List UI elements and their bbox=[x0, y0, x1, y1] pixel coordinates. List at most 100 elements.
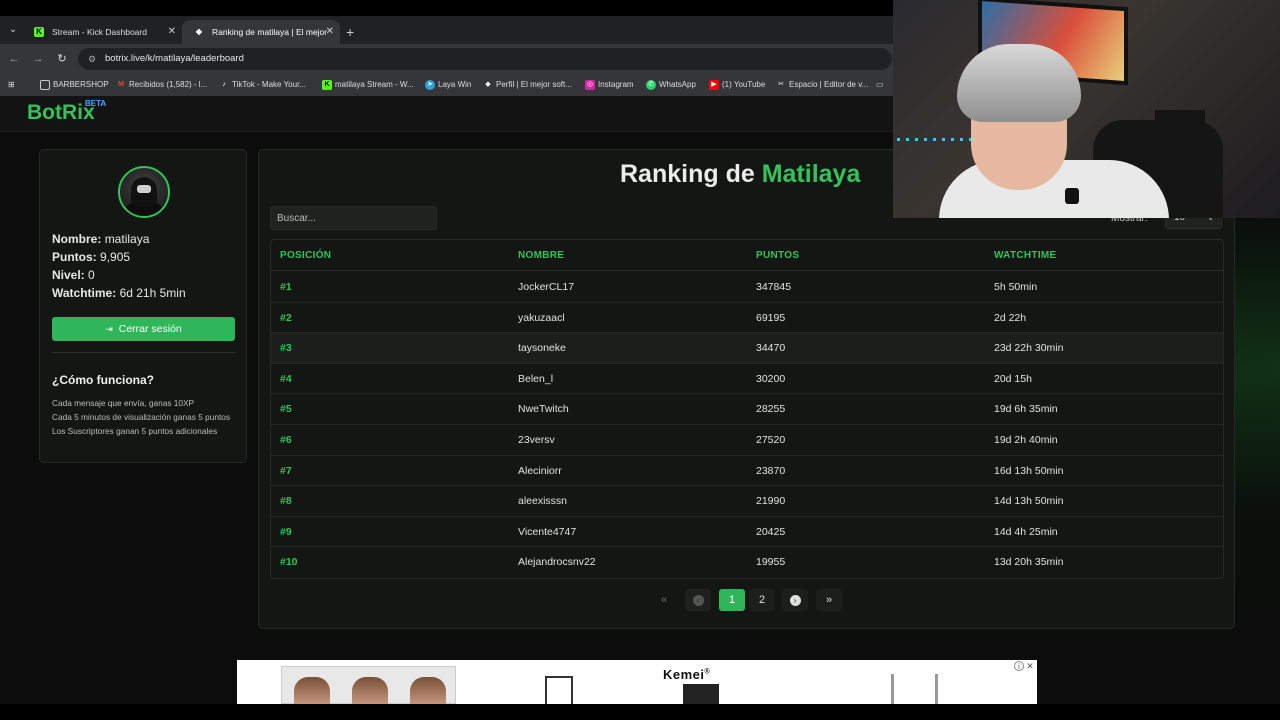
folder-icon bbox=[40, 80, 50, 90]
table-row[interactable]: #6 23versv 27520 19d 2h 40min bbox=[271, 425, 1223, 456]
site-info-icon[interactable]: ⚙ bbox=[86, 53, 98, 65]
points-value: 9,905 bbox=[100, 250, 131, 264]
page-1-button[interactable]: 1 bbox=[719, 589, 745, 611]
row-position: #10 bbox=[280, 556, 298, 569]
bookmark-espacio[interactable]: ✂ Espacio | Editor de v... bbox=[776, 74, 868, 96]
table-row[interactable]: #1 JockerCL17 347845 5h 50min bbox=[271, 272, 1223, 303]
bookmark-perfil[interactable]: ◆ Perfil | El mejor soft... bbox=[483, 74, 572, 96]
ad-product-image bbox=[683, 684, 719, 704]
row-name: Alejandrocsnv22 bbox=[518, 556, 596, 569]
bookmark-barbershop[interactable]: BARBERSHOP bbox=[40, 74, 109, 96]
row-watchtime: 19d 6h 35min bbox=[994, 403, 1058, 416]
row-position: #7 bbox=[280, 464, 292, 477]
reload-icon[interactable]: ↻ bbox=[54, 51, 70, 67]
ad-close-icon[interactable]: ✕ bbox=[1025, 661, 1035, 671]
first-page-button[interactable]: « bbox=[651, 589, 677, 611]
row-watchtime: 19d 2h 40min bbox=[994, 434, 1058, 446]
table-row[interactable]: #4 Belen_l 30200 20d 15h bbox=[271, 364, 1223, 395]
bookmark-youtube[interactable]: ▶ (1) YouTube bbox=[709, 74, 765, 96]
bookmark-kick[interactable]: Kmatilaya Stream - W... bbox=[322, 74, 414, 96]
ad-tool-image bbox=[545, 676, 547, 704]
bookmark-tiktok[interactable]: ♪ TikTok - Make Your... bbox=[219, 74, 306, 96]
new-tab-button[interactable]: + bbox=[346, 20, 354, 44]
bookmark-instagram[interactable]: ◎ Instagram bbox=[585, 74, 634, 96]
folder-icon[interactable]: ▭ bbox=[876, 74, 884, 96]
row-points: 30200 bbox=[756, 372, 786, 385]
table-row[interactable]: #5 NweTwitch 28255 19d 6h 35min bbox=[271, 394, 1223, 425]
row-watchtime: 14d 4h 25min bbox=[994, 525, 1058, 538]
bookmark-laya-win[interactable]: ➤ Laya Win bbox=[425, 74, 471, 96]
close-tab-icon[interactable]: ✕ bbox=[326, 20, 334, 44]
double-chevron-left-icon: « bbox=[660, 594, 668, 606]
whatsapp-icon: ✆ bbox=[646, 80, 656, 90]
row-name: NweTwitch bbox=[518, 403, 569, 416]
instagram-icon: ◎ bbox=[585, 80, 595, 90]
ad-person-image bbox=[294, 677, 330, 704]
bookmark-label: BARBERSHOP bbox=[53, 80, 109, 89]
level-value: 0 bbox=[88, 268, 95, 282]
gmail-icon: M bbox=[118, 81, 124, 88]
ad-person-image bbox=[410, 677, 446, 704]
page-2-button[interactable]: 2 bbox=[749, 589, 775, 611]
tiktok-icon: ♪ bbox=[222, 81, 226, 88]
table-row[interactable]: #9 Vicente4747 20425 14d 4h 25min bbox=[271, 517, 1223, 548]
ad-info-icon[interactable]: i bbox=[1014, 661, 1024, 671]
search-input[interactable] bbox=[270, 206, 437, 230]
name-label: Nombre: bbox=[52, 232, 102, 246]
column-header-points[interactable]: PUNTOS bbox=[756, 240, 799, 271]
profile-card: Nombre: matilaya Puntos: 9,905 Nivel: 0 … bbox=[39, 149, 247, 463]
table-row[interactable]: #7 Aleciniorr 23870 16d 13h 50min bbox=[271, 456, 1223, 487]
ad-banner[interactable]: Kemei® i ✕ bbox=[237, 660, 1037, 704]
prev-page-button[interactable]: ‹ bbox=[685, 589, 711, 611]
row-watchtime: 13d 20h 35min bbox=[994, 556, 1064, 569]
column-header-watchtime[interactable]: WATCHTIME bbox=[994, 240, 1057, 271]
watchtime-value: 6d 21h 5min bbox=[119, 286, 186, 300]
row-points: 69195 bbox=[756, 311, 786, 324]
table-row[interactable]: #8 aleexisssn 21990 14d 13h 50min bbox=[271, 486, 1223, 517]
capcut-icon: ✂ bbox=[778, 81, 784, 88]
bookmark-gmail[interactable]: M Recibidos (1,582) - l... bbox=[116, 74, 207, 96]
ad-product-image bbox=[935, 674, 938, 704]
chevron-left-icon: ‹ bbox=[692, 594, 704, 606]
ad-brand: Kemei® bbox=[663, 667, 710, 682]
title-prefix: Ranking de bbox=[620, 160, 755, 188]
address-bar[interactable]: ⚙ botrix.live/k/matilaya/leaderboard bbox=[78, 48, 892, 70]
botrix-icon: ◆ bbox=[485, 81, 491, 88]
how-line: Cada 5 minutos de visualización ganas 5 … bbox=[52, 412, 231, 422]
table-row[interactable]: #2 yakuzaacl 69195 2d 22h bbox=[271, 303, 1223, 334]
row-name: 23versv bbox=[518, 434, 555, 446]
table-header: POSICIÓN NOMBRE PUNTOS WATCHTIME bbox=[271, 240, 1223, 271]
column-header-position[interactable]: POSICIÓN bbox=[280, 240, 331, 271]
row-name: taysoneke bbox=[518, 342, 566, 355]
table-row[interactable]: #3 taysoneke 34470 23d 22h 30min bbox=[271, 333, 1223, 364]
address-bar-row: ← → ↻ ⚙ botrix.live/k/matilaya/leaderboa… bbox=[0, 44, 893, 74]
bookmark-whatsapp[interactable]: ✆ WhatsApp bbox=[646, 74, 696, 96]
column-header-name[interactable]: NOMBRE bbox=[518, 240, 564, 271]
row-name: JockerCL17 bbox=[518, 281, 575, 293]
back-icon[interactable]: ← bbox=[6, 51, 22, 67]
bookmark-label: (1) YouTube bbox=[722, 80, 766, 89]
botrix-icon: ◆ bbox=[195, 27, 203, 36]
bottom-black-strip bbox=[0, 704, 1280, 720]
row-points: 34470 bbox=[756, 342, 786, 355]
bookmark-label: Instagram bbox=[598, 80, 634, 89]
close-tab-icon[interactable]: ✕ bbox=[168, 20, 176, 44]
ad-person-image bbox=[352, 677, 388, 704]
logout-button[interactable]: ⇥ Cerrar sesión bbox=[52, 317, 235, 341]
tab-ranking[interactable]: ◆ Ranking de matilaya | El mejor ✕ bbox=[182, 20, 340, 44]
tab-search-button[interactable]: ⌄ bbox=[4, 22, 22, 38]
row-points: 19955 bbox=[756, 556, 786, 569]
table-row[interactable]: #10 Alejandrocsnv22 19955 13d 20h 35min bbox=[271, 547, 1223, 578]
title-name: Matilaya bbox=[761, 160, 861, 188]
apps-icon[interactable]: ⊞ bbox=[8, 74, 15, 96]
row-points: 21990 bbox=[756, 495, 786, 508]
avatar-face bbox=[137, 185, 151, 193]
last-page-button[interactable]: » bbox=[816, 589, 842, 611]
row-watchtime: 14d 13h 50min bbox=[994, 495, 1064, 508]
forward-icon[interactable]: → bbox=[30, 51, 46, 67]
next-page-button[interactable]: › bbox=[782, 589, 808, 611]
browser-chrome: ⌄ K Stream - Kick Dashboard ✕ ◆ Ranking … bbox=[0, 16, 893, 96]
tab-kick-dashboard[interactable]: K Stream - Kick Dashboard ✕ bbox=[22, 20, 182, 44]
row-position: #2 bbox=[280, 311, 292, 324]
divider bbox=[52, 352, 235, 353]
